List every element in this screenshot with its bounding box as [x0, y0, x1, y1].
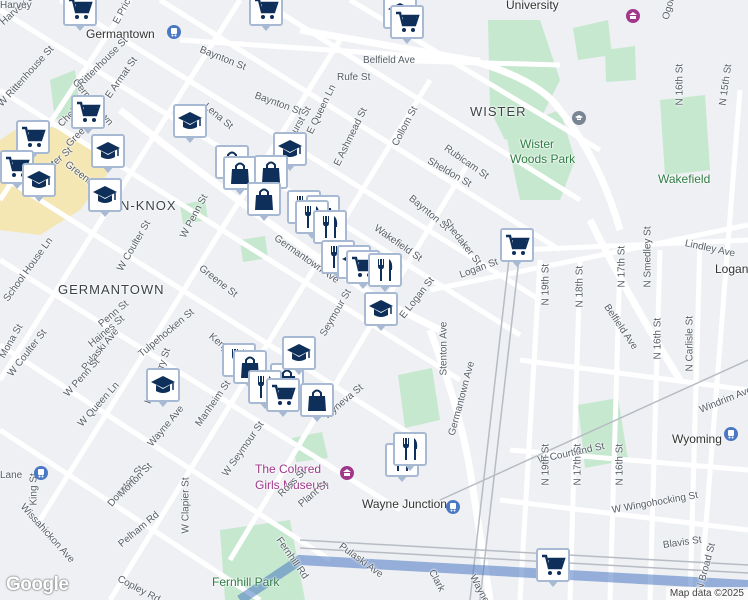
shopping-marker[interactable] — [247, 182, 281, 221]
graduation-cap-icon — [92, 182, 118, 208]
graduation-cap-icon — [26, 167, 52, 193]
restaurant-marker[interactable] — [368, 253, 402, 292]
graduation-cap-marker[interactable] — [146, 368, 180, 407]
map-label-street: N 17th St — [616, 245, 628, 288]
shopping-cart-marker[interactable] — [536, 548, 570, 587]
train-station-icon[interactable] — [724, 427, 738, 441]
map-label-park: Wister — [520, 137, 554, 151]
map-label-big: N-KNOX — [120, 198, 177, 213]
school-marker[interactable] — [22, 163, 56, 202]
grocery-marker[interactable] — [390, 5, 424, 44]
map-label-street: N 16th St — [614, 443, 626, 486]
map-label-street: Stenton Ave — [438, 321, 450, 376]
school-marker[interactable] — [91, 134, 125, 173]
map-label-street: N 17th St — [572, 443, 584, 486]
shopping-cart-icon — [270, 382, 296, 408]
map-label-street: Lane — [0, 470, 23, 481]
graduation-cap-icon — [95, 138, 121, 164]
map-label-big: GERMANTOWN — [58, 282, 165, 297]
map-label-street: Harvey — [0, 0, 32, 11]
shopping-cart-icon — [394, 9, 420, 35]
grocery-marker[interactable] — [71, 95, 105, 134]
graduation-cap-icon — [177, 108, 203, 134]
shopping-cart-icon — [75, 99, 101, 125]
graduation-cap-icon — [150, 372, 176, 398]
train-station-icon[interactable] — [167, 25, 181, 39]
school-marker[interactable] — [173, 104, 207, 143]
museum-icon[interactable] — [340, 466, 354, 480]
restaurant-marker[interactable] — [313, 210, 347, 249]
grocery-marker[interactable] — [249, 0, 283, 31]
map-label-street: Belfield Ave — [363, 55, 416, 66]
map-label-place: Wyoming — [672, 432, 722, 446]
map-label-street: N 19th St — [540, 443, 552, 486]
school-marker[interactable] — [88, 178, 122, 217]
map-label-street: Rufe St — [337, 72, 371, 83]
map-label-street: N 19th St — [540, 263, 552, 306]
shopping-bag-marker[interactable] — [300, 383, 334, 422]
fork-knife-icon — [397, 436, 423, 462]
map-canvas[interactable]: Harvey St Germantown E Price St Baynton St U… — [0, 0, 748, 600]
train-station-icon[interactable] — [446, 500, 460, 514]
graduation-cap-icon — [368, 296, 394, 322]
shopping-cart-icon — [540, 552, 566, 578]
shopping-cart-icon — [20, 124, 46, 150]
school-marker[interactable] — [282, 336, 316, 375]
map-label-park: Wakefield — [658, 172, 711, 186]
map-label-street: N 16th St — [674, 63, 686, 106]
map-label-place: Logan — [715, 262, 748, 276]
fork-knife-icon — [317, 214, 343, 240]
train-station-icon[interactable] — [34, 466, 48, 480]
shopping-cart-icon — [504, 232, 530, 258]
grocery-marker[interactable] — [266, 378, 300, 417]
map-label-place: University — [506, 0, 559, 12]
map-label-street: N 16th St — [652, 317, 664, 360]
map-label-poi: The Colored — [255, 462, 322, 476]
fork-knife-icon — [372, 257, 398, 283]
university-icon[interactable] — [572, 111, 586, 125]
grocery-marker[interactable] — [63, 0, 97, 31]
shopping-bag-icon — [251, 186, 277, 212]
map-label-street: W Clapier St — [180, 477, 192, 534]
map-label-park: Fernhill Park — [212, 575, 280, 589]
shopping-cart-icon — [67, 0, 93, 22]
map-label-street: N 18th St — [574, 265, 586, 308]
map-label-transit: Wayne Junction — [362, 497, 447, 511]
map-attribution[interactable]: Map data ©2025 — [665, 587, 748, 600]
map-label-street: N Smedley St — [642, 226, 654, 288]
landmark-icon[interactable] — [626, 9, 640, 23]
map-label-park: Woods Park — [510, 152, 576, 166]
school-marker[interactable] — [364, 292, 398, 331]
google-logo: Google — [6, 574, 69, 595]
shopping-cart-icon — [253, 0, 279, 22]
shopping-cart-marker[interactable] — [500, 228, 534, 267]
map-label-big: WISTER — [470, 104, 527, 119]
graduation-cap-icon — [286, 340, 312, 366]
map-label-street: N Carlisle St — [684, 315, 696, 372]
grocery-marker[interactable] — [16, 120, 50, 159]
shopping-bag-icon — [304, 387, 330, 413]
fork-knife-marker[interactable] — [393, 432, 427, 471]
